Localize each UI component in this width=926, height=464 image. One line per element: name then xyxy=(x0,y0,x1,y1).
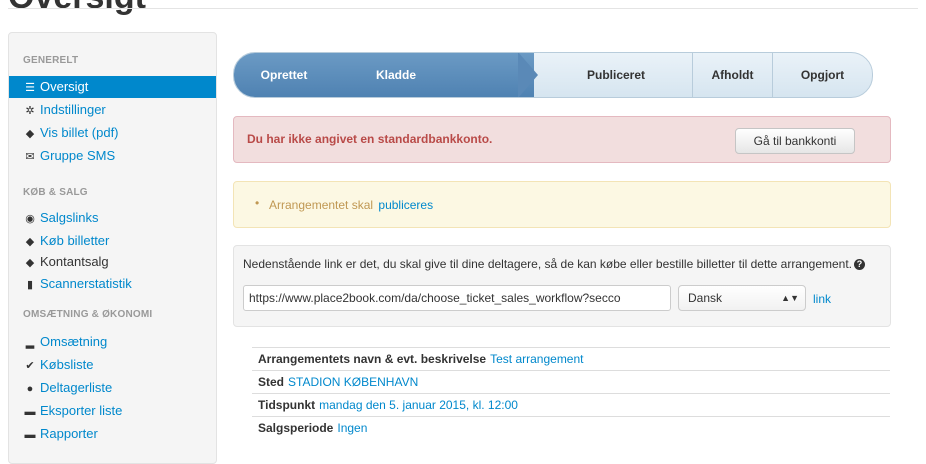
sidebar-item-label: Kontantsalg xyxy=(40,254,109,269)
step-publiceret: Publiceret xyxy=(586,68,646,82)
sidebar-heading-omsaetning: OMSÆTNING & ØKONOMI xyxy=(23,309,153,320)
header-divider xyxy=(8,8,918,9)
user-icon: ● xyxy=(26,383,34,395)
sidebar-item-label: Scannerstatistik xyxy=(40,276,132,291)
alert-text-label: Arrangementet skal xyxy=(269,198,374,212)
folder-icon: ▬ xyxy=(24,406,36,418)
sidebar-item-eksporter-liste[interactable]: ▬ Eksporter liste xyxy=(9,400,216,422)
share-intro: Nedenstående link er det, du skal give t… xyxy=(243,257,866,271)
step-opgjort: Opgjort xyxy=(800,68,845,82)
detail-label: Salgsperiode xyxy=(258,421,334,435)
sidebar-item-label: Vis billet (pdf) xyxy=(40,125,119,140)
sidebar-heading-generelt: GENERELT xyxy=(23,55,79,66)
sidebar-item-indstillinger[interactable]: ✲ Indstillinger xyxy=(9,99,216,121)
sidebar-item-koebsliste[interactable]: ✔ Købsliste xyxy=(9,354,216,376)
sidebar-item-label: Oversigt xyxy=(40,79,89,94)
sidebar-item-koeb-billetter[interactable]: ◆ Køb billetter xyxy=(9,230,216,252)
bullet-icon: • xyxy=(255,196,260,210)
sidebar: GENERELT ☰ Oversigt ✲ Indstillinger ◆ Vis b… xyxy=(8,32,217,464)
step-oprettet: Oprettet xyxy=(260,68,308,82)
sidebar-item-label: Købsliste xyxy=(40,357,94,372)
sidebar-item-label: Deltagerliste xyxy=(40,380,113,395)
envelope-icon: ✉ xyxy=(25,151,35,163)
table-row: Sted STADION KØBENHAVN xyxy=(252,370,890,393)
detail-value-link[interactable]: Test arrangement xyxy=(490,352,583,366)
bank-account-alert: Du har ikke angivet en standardbankkonto… xyxy=(233,116,891,163)
table-row: Arrangementets navn & evt. beskrivelse Te… xyxy=(252,347,890,370)
alert-message: Du har ikke angivet en standardbankkonto… xyxy=(247,132,493,146)
sidebar-item-label: Omsætning xyxy=(40,334,108,349)
sidebar-item-label: Rapporter xyxy=(40,426,98,441)
tag-icon: ◆ xyxy=(25,236,35,248)
sidebar-item-label: Køb billetter xyxy=(40,233,110,248)
sidebar-item-oversigt[interactable]: ☰ Oversigt xyxy=(9,76,216,98)
sidebar-item-vis-billet[interactable]: ◆ Vis billet (pdf) xyxy=(9,122,216,144)
sidebar-item-label: Salgslinks xyxy=(40,210,99,225)
sidebar-item-deltagerliste[interactable]: ● Deltagerliste xyxy=(9,377,216,399)
check-icon: ✔ xyxy=(25,360,35,372)
detail-value-link[interactable]: Ingen xyxy=(337,421,367,435)
sidebar-item-salgslinks[interactable]: ◉ Salgslinks xyxy=(9,207,216,229)
table-row: Salgsperiode Ingen xyxy=(252,416,890,439)
list-icon: ☰ xyxy=(25,82,35,94)
sidebar-item-gruppe-sms[interactable]: ✉ Gruppe SMS xyxy=(9,145,216,167)
sidebar-item-rapporter[interactable]: ▬ Rapporter xyxy=(9,423,216,445)
go-to-bank-accounts-button[interactable]: Gå til bankkonti xyxy=(735,128,855,154)
detail-value-link[interactable]: STADION KØBENHAVN xyxy=(288,375,418,389)
language-select[interactable]: Dansk ▲▼ xyxy=(678,285,806,311)
step-kladde: Kladde xyxy=(375,68,416,82)
share-link-panel: Nedenstående link er det, du skal give t… xyxy=(233,245,891,327)
status-steps: Oprettet Kladde Publiceret Afholdt Opgjo… xyxy=(233,52,873,98)
share-intro-text: Nedenstående link er det, du skal give t… xyxy=(243,257,853,271)
question-circle-icon[interactable]: ? xyxy=(854,259,866,270)
bar-chart-icon: ▂ xyxy=(25,337,35,349)
gear-icon: ✲ xyxy=(25,105,35,117)
detail-value-link[interactable]: mandag den 5. januar 2015, kl. 12:00 xyxy=(319,398,518,412)
sidebar-item-label: Eksporter liste xyxy=(40,403,123,418)
publish-alert: • Arrangementet skal publiceres xyxy=(233,181,891,228)
tags-icon: ◆ xyxy=(25,257,35,269)
publish-link[interactable]: publiceres xyxy=(378,198,433,212)
sidebar-item-scannerstatistik[interactable]: ▮ Scannerstatistik xyxy=(9,273,216,295)
share-link[interactable]: link xyxy=(813,292,831,306)
share-url-input[interactable] xyxy=(243,285,671,311)
sidebar-item-omsaetning[interactable]: ▂ Omsætning xyxy=(9,331,216,353)
steps-current-arrow xyxy=(518,53,538,97)
detail-label: Sted xyxy=(258,375,285,389)
sidebar-item-label: Indstillinger xyxy=(40,102,106,117)
detail-label: Arrangementets navn & evt. beskrivelse xyxy=(258,352,487,366)
sidebar-heading-koeb-salg: KØB & SALG xyxy=(23,187,88,198)
detail-label: Tidspunkt xyxy=(258,398,316,412)
select-arrows-icon: ▲▼ xyxy=(781,293,799,303)
globe-icon: ◉ xyxy=(25,213,35,225)
sidebar-item-label: Gruppe SMS xyxy=(40,148,116,163)
alert-text: Arrangementet skal publiceres xyxy=(269,198,433,212)
barcode-icon: ▮ xyxy=(26,279,34,291)
table-row: Tidspunkt mandag den 5. januar 2015, kl. … xyxy=(252,393,890,416)
tag-icon: ◆ xyxy=(25,128,35,140)
sidebar-item-kontantsalg[interactable]: ◆ Kontantsalg xyxy=(9,251,216,273)
language-select-value: Dansk xyxy=(688,291,723,305)
step-afholdt: Afholdt xyxy=(711,68,754,82)
